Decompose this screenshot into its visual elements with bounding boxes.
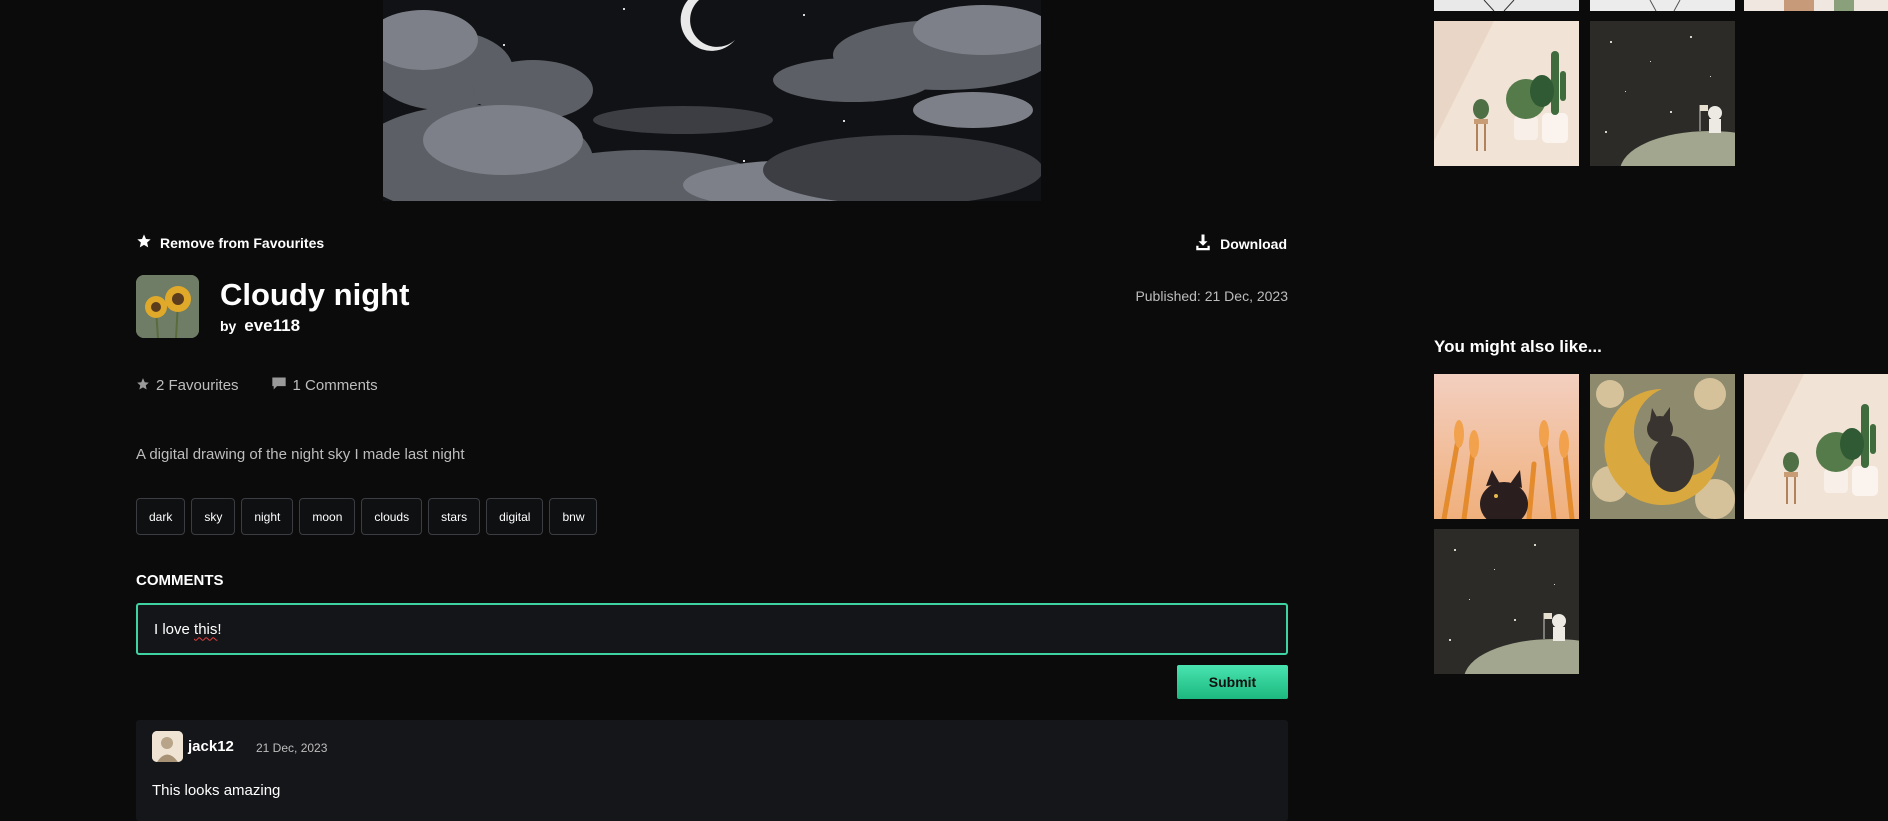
tag-sky[interactable]: sky	[191, 498, 236, 535]
published-date: Published: 21 Dec, 2023	[1135, 288, 1288, 304]
download-icon	[1194, 233, 1212, 254]
comments-stat: 1 Comments	[271, 376, 378, 395]
artwork-image	[383, 0, 1041, 201]
related-thumbnail-wheat-cat[interactable]	[1434, 374, 1579, 519]
comment-icon	[271, 376, 287, 395]
comment-input-text-a: I love	[154, 620, 195, 638]
comment-date: 21 Dec, 2023	[256, 741, 328, 755]
post-description: A digital drawing of the night sky I mad…	[136, 446, 465, 463]
remove-favourite-button[interactable]: Remove from Favourites	[136, 233, 324, 252]
related-thumbnail-plants[interactable]	[1744, 374, 1888, 519]
comment-input-text-c: !	[217, 620, 222, 638]
by-label: by	[220, 318, 237, 334]
tag-digital[interactable]: digital	[486, 498, 544, 535]
sidebar-heading: You might also like...	[1434, 337, 1602, 356]
related-thumbnail[interactable]	[1744, 0, 1888, 11]
star-icon	[136, 377, 150, 395]
commenter-name[interactable]: jack12	[188, 738, 234, 755]
post-header: Cloudy night by eve118 Published: 21 Dec…	[136, 275, 1288, 339]
download-button[interactable]: Download	[1194, 233, 1287, 254]
comments-count: 1 Comments	[292, 377, 378, 394]
tag-moon[interactable]: moon	[299, 498, 356, 535]
comment-item: jack12 21 Dec, 2023 This looks amazing	[136, 720, 1288, 821]
comment-input-text-b: this	[194, 620, 218, 638]
download-label: Download	[1220, 235, 1287, 252]
related-thumbnail-astronaut[interactable]	[1434, 529, 1579, 674]
author-link[interactable]: eve118	[244, 316, 300, 335]
tag-list: dark sky night moon clouds stars digital…	[136, 498, 598, 535]
star-icon	[136, 233, 152, 252]
tag-night[interactable]: night	[241, 498, 294, 535]
comments-heading: COMMENTS	[136, 572, 224, 589]
favourites-stat: 2 Favourites	[136, 376, 239, 395]
related-thumbnail[interactable]	[1434, 0, 1579, 11]
author-avatar[interactable]	[136, 275, 199, 338]
tag-bnw[interactable]: bnw	[549, 498, 598, 535]
tag-stars[interactable]: stars	[428, 498, 481, 535]
favourites-count: 2 Favourites	[156, 377, 239, 394]
related-thumbnail[interactable]	[1590, 0, 1735, 11]
related-thumbnail-astronaut[interactable]	[1590, 21, 1735, 166]
commenter-avatar[interactable]	[152, 731, 183, 762]
byline: by eve118	[220, 316, 300, 336]
post-title: Cloudy night	[220, 277, 410, 312]
tag-dark[interactable]: dark	[136, 498, 186, 535]
related-thumbnail-moon-cat[interactable]	[1590, 374, 1735, 519]
comment-input[interactable]: I love this!	[136, 603, 1288, 655]
related-thumbnail-plants[interactable]	[1434, 21, 1579, 166]
tag-clouds[interactable]: clouds	[361, 498, 423, 535]
comment-text: This looks amazing	[152, 782, 281, 799]
remove-favourite-label: Remove from Favourites	[160, 234, 325, 251]
post-stats: 2 Favourites 1 Comments	[136, 376, 378, 395]
submit-button[interactable]: Submit	[1177, 665, 1288, 699]
